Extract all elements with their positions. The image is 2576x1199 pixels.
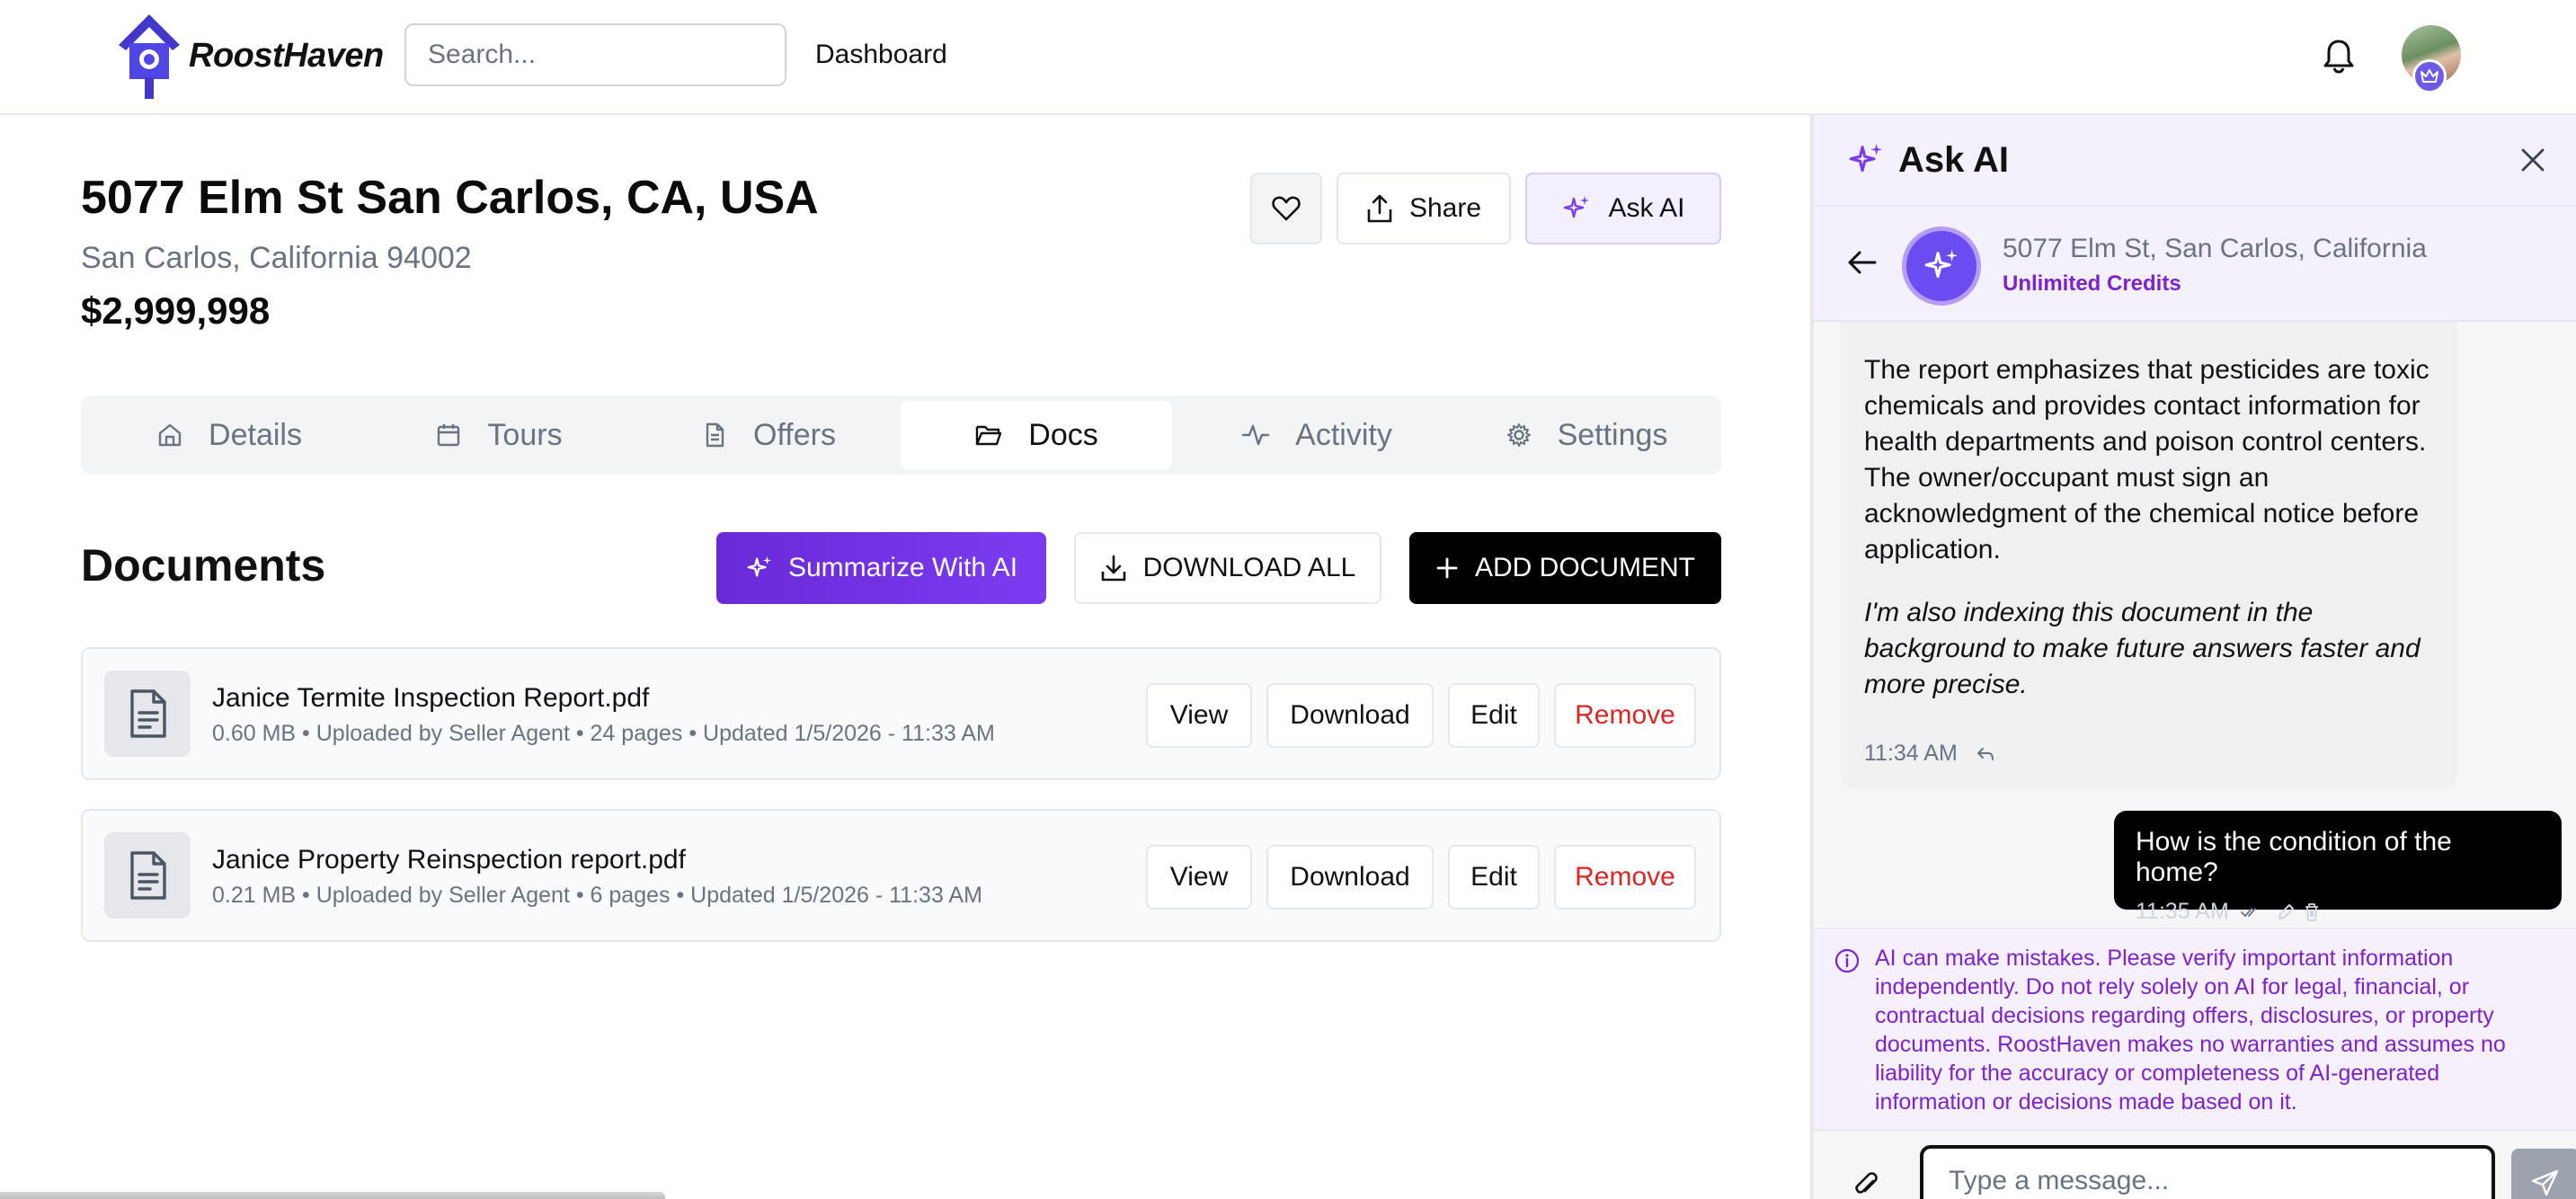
top-bar: RoostHaven Dashboard xyxy=(0,0,2576,115)
sparkle-icon xyxy=(1849,143,1883,173)
double-check-icon xyxy=(2240,907,2256,917)
ask-ai-panel-header: Ask AI xyxy=(1814,115,2576,205)
user-message-text: How is the condition of the home? xyxy=(2136,827,2452,887)
document-file-icon xyxy=(104,671,191,757)
document-meta: 0.21 MB • Uploaded by Seller Agent • 6 p… xyxy=(212,883,982,908)
share-label: Share xyxy=(1408,193,1482,223)
birdhouse-logo-icon xyxy=(119,14,180,99)
ai-disclaimer-text: AI can make mistakes. Please verify impo… xyxy=(1875,946,2506,1115)
document-meta: 0.60 MB • Uploaded by Seller Agent • 24 … xyxy=(212,721,995,746)
document-row: Janice Property Reinspection report.pdf … xyxy=(81,809,1721,942)
crown-icon xyxy=(2412,59,2447,93)
ask-ai-label: Ask AI xyxy=(1608,193,1685,223)
tab-docs-label: Docs xyxy=(1028,417,1098,452)
tab-offers[interactable]: Offers xyxy=(647,401,890,469)
sparkle-icon xyxy=(747,555,772,577)
edit-button[interactable]: Edit xyxy=(1448,683,1540,748)
user-message-meta: 11:35 AM xyxy=(2136,899,2540,925)
ask-ai-button[interactable]: Ask AI xyxy=(1525,173,1721,244)
add-document-label: ADD DOCUMENT xyxy=(1475,553,1695,582)
search-box[interactable] xyxy=(404,23,786,86)
remove-button[interactable]: Remove xyxy=(1554,845,1696,910)
send-button[interactable] xyxy=(2511,1149,2576,1199)
tab-settings[interactable]: Settings xyxy=(1456,401,1717,469)
listing-title: 5077 Elm St San Carlos, CA, USA xyxy=(81,172,819,224)
tab-activity[interactable]: Activity xyxy=(1186,401,1447,469)
home-icon xyxy=(158,423,182,447)
user-message-timestamp: 11:35 AM xyxy=(2136,899,2229,924)
tab-tours[interactable]: Tours xyxy=(378,401,620,469)
download-all-button[interactable]: DOWNLOAD ALL xyxy=(1074,532,1381,604)
tab-tours-label: Tours xyxy=(487,417,563,452)
arrow-left-icon[interactable] xyxy=(1846,248,1879,277)
summarize-label: Summarize With AI xyxy=(787,553,1018,582)
view-button[interactable]: View xyxy=(1146,683,1252,748)
favorite-button[interactable] xyxy=(1250,173,1322,244)
ai-message-bubble: The report emphasizes that pesticides ar… xyxy=(1841,322,2457,789)
remove-button[interactable]: Remove xyxy=(1554,683,1696,748)
credits-label: Unlimited Credits xyxy=(2003,271,2181,296)
documents-heading: Documents xyxy=(81,540,326,591)
plus-icon xyxy=(1436,557,1458,579)
ask-ai-panel: Ask AI 5077 Elm St, San Carlos, Californ… xyxy=(1810,115,2576,1199)
nav-dashboard-link[interactable]: Dashboard xyxy=(815,40,947,70)
user-message-bubble: How is the condition of the home? 11:35 … xyxy=(2114,811,2562,924)
activity-icon xyxy=(1241,424,1270,446)
document-name[interactable]: Janice Termite Inspection Report.pdf xyxy=(212,683,649,714)
tab-activity-label: Activity xyxy=(1295,417,1392,452)
download-all-label: DOWNLOAD ALL xyxy=(1142,553,1356,582)
document-row: Janice Termite Inspection Report.pdf 0.6… xyxy=(81,647,1721,780)
info-icon xyxy=(1834,948,1860,973)
document-name[interactable]: Janice Property Reinspection report.pdf xyxy=(212,845,686,875)
tab-settings-label: Settings xyxy=(1557,417,1668,452)
message-input[interactable] xyxy=(1920,1145,2495,1199)
ai-message-timestamp: 11:34 AM xyxy=(1864,741,1958,766)
listing-price: $2,999,998 xyxy=(81,289,271,332)
bell-icon[interactable] xyxy=(2323,38,2355,74)
calendar-icon xyxy=(438,424,460,447)
brand-name: RoostHaven xyxy=(189,36,384,75)
heart-icon xyxy=(1272,196,1301,221)
share-icon xyxy=(1367,194,1392,223)
tab-details-label: Details xyxy=(209,417,302,452)
sparkle-icon xyxy=(1924,249,1959,279)
search-input[interactable] xyxy=(428,40,775,70)
chat-context-bar: 5077 Elm St, San Carlos, California Unli… xyxy=(1814,205,2576,322)
trash-icon[interactable] xyxy=(2303,902,2321,922)
document-file-icon xyxy=(104,832,191,919)
horizontal-scrollbar[interactable] xyxy=(0,1192,665,1199)
file-icon xyxy=(706,422,724,448)
ai-message-note: I'm also indexing this document in the b… xyxy=(1864,598,2421,699)
view-button[interactable]: View xyxy=(1146,845,1252,910)
send-icon xyxy=(2531,1169,2559,1196)
ai-disclaimer: AI can make mistakes. Please verify impo… xyxy=(1814,928,2576,1129)
ask-ai-panel-title: Ask AI xyxy=(1898,140,2010,180)
tab-offers-label: Offers xyxy=(753,417,836,452)
share-button[interactable]: Share xyxy=(1337,173,1511,244)
chat-context-title: 5077 Elm St, San Carlos, California xyxy=(2003,234,2427,263)
reply-icon[interactable] xyxy=(1976,746,1995,762)
paperclip-icon[interactable] xyxy=(1853,1170,1880,1199)
download-icon xyxy=(1101,555,1125,582)
brand-logo[interactable]: RoostHaven xyxy=(115,11,384,101)
add-document-button[interactable]: ADD DOCUMENT xyxy=(1409,532,1721,604)
summarize-with-ai-button[interactable]: Summarize With AI xyxy=(716,532,1046,604)
edit-pencil-icon[interactable] xyxy=(2276,902,2296,922)
message-composer xyxy=(1814,1129,2576,1199)
download-button[interactable]: Download xyxy=(1266,683,1434,748)
download-button[interactable]: Download xyxy=(1266,845,1434,910)
folder-icon xyxy=(976,425,1002,446)
ai-message-text: The report emphasizes that pesticides ar… xyxy=(1864,355,2429,564)
edit-button[interactable]: Edit xyxy=(1448,845,1540,910)
sparkle-icon xyxy=(1564,196,1590,218)
listing-tabs: Details Tours Offers Docs Activity Setti… xyxy=(81,395,1721,475)
gear-icon xyxy=(1506,423,1531,447)
tab-details[interactable]: Details xyxy=(108,401,351,469)
listing-subtitle: San Carlos, California 94002 xyxy=(81,241,472,275)
ai-message-time: 11:34 AM xyxy=(1864,741,1995,767)
tab-docs[interactable]: Docs xyxy=(901,401,1172,469)
close-icon[interactable] xyxy=(2518,146,2547,174)
ai-assistant-avatar xyxy=(1902,226,1981,306)
